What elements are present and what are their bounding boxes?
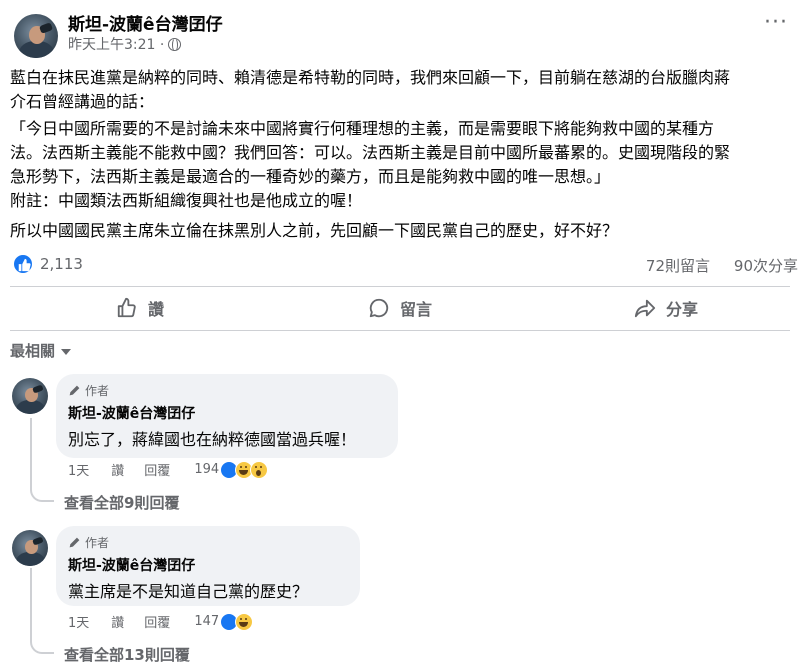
post-author-name[interactable]: 斯坦-波蘭ê台灣囝仔 — [68, 10, 223, 35]
author-badge-label: 作者 — [85, 384, 110, 398]
haha-reaction-icon — [235, 612, 254, 631]
sort-label: 最相關 — [10, 342, 56, 360]
post-timestamp[interactable]: 昨天上午3:21 · — [68, 34, 164, 54]
post-meta: 昨天上午3:21 · — [68, 34, 182, 54]
comment-avatar[interactable] — [12, 378, 48, 414]
post-paragraph: 所以中國國民黨主席朱立倫在抹黑別人之前，先回顧一下國民黨自己的歷史，好不好？ — [10, 221, 619, 240]
author-badge: 作者 — [68, 382, 386, 399]
more-horizontal-icon[interactable]: ··· — [764, 12, 788, 34]
author-badge-label: 作者 — [85, 536, 110, 550]
comment-actions: 1天 讚 回覆 194 — [68, 460, 269, 479]
share-count[interactable]: 90次分享 — [734, 255, 798, 276]
comment-bubble: 作者 斯坦-波蘭ê台灣囝仔 黨主席是不是知道自己黨的歷史？ — [56, 526, 360, 606]
globe-icon — [168, 37, 182, 52]
comment-actions: 1天 讚 回覆 147 — [68, 612, 254, 631]
divider — [10, 286, 790, 287]
reaction-count[interactable]: 2,113 — [40, 255, 83, 273]
comment-age[interactable]: 1天 — [68, 460, 89, 479]
share-button[interactable]: 分享 — [634, 292, 698, 324]
wow-reaction-icon — [250, 460, 269, 479]
like-button[interactable]: 讚 — [116, 292, 164, 324]
comment-like-link[interactable]: 讚 — [111, 460, 124, 479]
reaction-summary: 2,113 72則留言 90次分享 — [10, 253, 800, 277]
share-arrow-icon — [634, 299, 656, 318]
comment-label: 留言 — [400, 300, 433, 319]
chevron-down-icon — [61, 348, 72, 355]
comment-reply-link[interactable]: 回覆 — [144, 460, 170, 479]
author-badge: 作者 — [68, 534, 348, 551]
post-paragraph: 藍白在抹民進黨是納粹的同時、賴清德是希特勒的同時，我們來回顧一下，目前躺在慈湖的… — [10, 68, 731, 111]
comment-avatar[interactable] — [12, 530, 48, 566]
comment-age[interactable]: 1天 — [68, 612, 89, 631]
view-replies-link[interactable]: 查看全部13則回覆 — [64, 644, 190, 665]
divider — [10, 330, 790, 331]
pencil-icon — [69, 537, 80, 548]
pencil-icon — [69, 385, 80, 396]
comment-text: 別忘了，蔣緯國也在納粹德國當過兵喔！ — [68, 430, 357, 449]
author-avatar[interactable] — [14, 14, 58, 58]
comment-bubble: 作者 斯坦-波蘭ê台灣囝仔 別忘了，蔣緯國也在納粹德國當過兵喔！ — [56, 374, 398, 458]
comment-author-name[interactable]: 斯坦-波蘭ê台灣囝仔 — [68, 555, 348, 575]
comment-author-name[interactable]: 斯坦-波蘭ê台灣囝仔 — [68, 403, 386, 423]
post-quote-paragraph: 「今日中國所需要的不是討論未來中國將實行何種理想的主義，而是需要眼下將能夠救中國… — [10, 119, 731, 210]
comment-reaction-count[interactable]: 194 — [194, 462, 219, 477]
comment-count[interactable]: 72則留言 — [646, 255, 710, 276]
thumbs-up-icon — [117, 297, 136, 318]
comment-button[interactable]: 留言 — [368, 292, 432, 324]
comment-text: 黨主席是不是知道自己黨的歷史？ — [68, 582, 309, 601]
comment-reactions[interactable] — [220, 612, 254, 631]
comment-reply-link[interactable]: 回覆 — [144, 612, 170, 631]
reply-thread-line — [30, 418, 54, 502]
comment-like-link[interactable]: 讚 — [111, 612, 124, 631]
view-replies-link[interactable]: 查看全部9則回覆 — [64, 492, 179, 513]
like-label: 讚 — [148, 300, 165, 319]
comment-sort-dropdown[interactable]: 最相關 — [10, 340, 72, 361]
comment-reactions[interactable] — [220, 460, 269, 479]
comment-reaction-count[interactable]: 147 — [194, 614, 219, 629]
like-reaction-icon[interactable] — [12, 253, 34, 275]
comment-bubble-icon — [369, 298, 389, 318]
share-label: 分享 — [666, 300, 699, 319]
reply-thread-line — [30, 568, 54, 654]
